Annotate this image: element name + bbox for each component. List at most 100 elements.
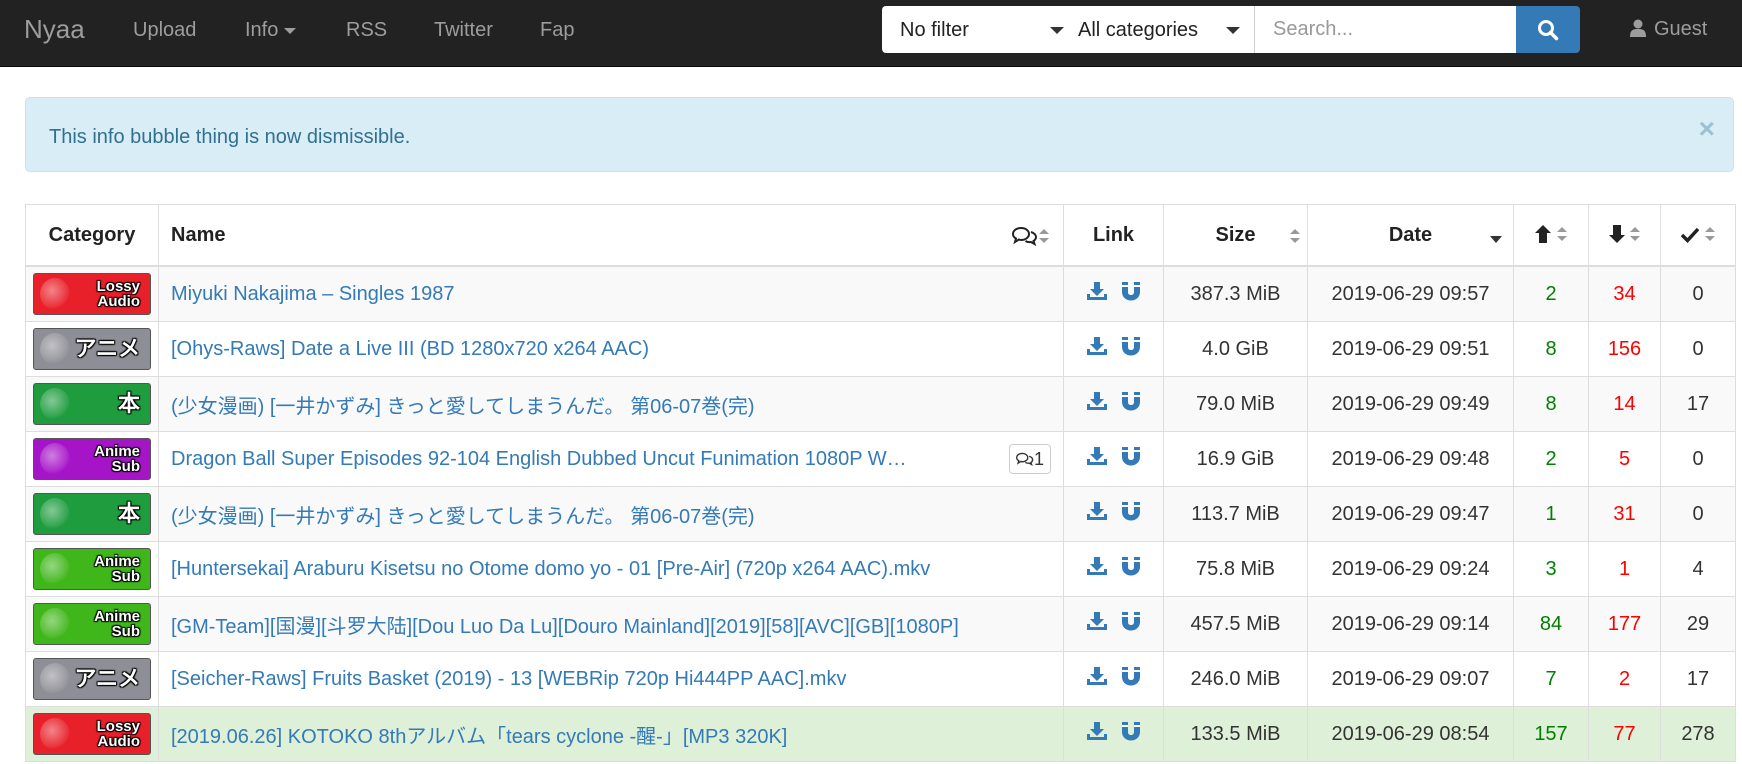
user-menu[interactable]: Guest — [1630, 18, 1707, 41]
sort-icon[interactable] — [1556, 226, 1567, 241]
category-badge[interactable]: Lossy Audio — [33, 273, 151, 315]
size-cell: 387.3 MiB — [1163, 265, 1308, 322]
magnet-link[interactable] — [1121, 666, 1141, 692]
magnet-icon — [1121, 722, 1140, 741]
torrent-name-link[interactable]: (少女漫画) [一井かずみ] きっと愛してしまうんだ。 第06-07巻(完) — [171, 500, 755, 529]
download-link[interactable] — [1086, 721, 1107, 747]
category-badge[interactable]: 本 — [33, 493, 151, 535]
category-badge[interactable]: Anime Sub — [33, 438, 151, 480]
torrent-name-link[interactable]: [2019.06.26] KOTOKO 8thアルバム「tears cyclon… — [171, 720, 787, 749]
magnet-icon — [1121, 502, 1140, 521]
magnet-link[interactable] — [1121, 281, 1141, 307]
download-link[interactable] — [1086, 666, 1107, 692]
category-select-value: All categories — [1078, 19, 1199, 41]
category-badge[interactable]: Anime Sub — [33, 603, 151, 645]
nav-info-dropdown[interactable]: Info — [245, 19, 297, 42]
nav-fap[interactable]: Fap — [540, 19, 574, 42]
download-link[interactable] — [1086, 611, 1107, 637]
leechers-cell: 31 — [1588, 486, 1661, 542]
category-label: アニメ — [74, 338, 140, 360]
download-link[interactable] — [1086, 336, 1107, 362]
magnet-link[interactable] — [1121, 721, 1141, 747]
category-badge[interactable]: Anime Sub — [33, 548, 151, 590]
search-button[interactable] — [1516, 6, 1580, 53]
size-cell: 457.5 MiB — [1163, 596, 1308, 652]
sort-icon[interactable] — [1039, 229, 1049, 243]
category-badge[interactable]: Lossy Audio — [33, 713, 151, 755]
magnet-link[interactable] — [1121, 501, 1141, 527]
torrent-name-link[interactable]: [Ohys-Raws] Date a Live III (BD 1280x720… — [171, 338, 649, 361]
download-link[interactable] — [1086, 446, 1107, 472]
magnet-link[interactable] — [1121, 611, 1141, 637]
sort-icon[interactable] — [1290, 229, 1300, 243]
size-cell: 4.0 GiB — [1163, 321, 1308, 377]
alert-text: This info bubble thing is now dismissibl… — [49, 126, 411, 148]
category-label-line1: アニメ — [74, 666, 140, 691]
download-icon — [1086, 502, 1107, 520]
category-badge[interactable]: アニメ — [33, 658, 151, 700]
sort-desc-icon[interactable] — [1490, 236, 1502, 243]
table-row: Anime Sub Dragon Ball Super Episodes 92-10… — [25, 431, 1736, 487]
torrent-name-link[interactable]: (少女漫画) [一井かずみ] きっと愛してしまうんだ。 第06-07巻(完) — [171, 390, 755, 419]
date-cell: 2019-06-29 09:51 — [1307, 321, 1514, 377]
name-cell: [Ohys-Raws] Date a Live III (BD 1280x720… — [158, 321, 1064, 377]
seeders-cell: 1 — [1513, 486, 1589, 542]
category-cell: アニメ — [25, 321, 159, 377]
size-cell: 113.7 MiB — [1163, 486, 1308, 542]
magnet-icon — [1121, 282, 1140, 301]
search-input[interactable] — [1254, 6, 1516, 53]
leechers-cell: 156 — [1588, 321, 1661, 377]
download-icon — [1086, 447, 1107, 465]
sort-icon[interactable] — [1630, 226, 1641, 241]
category-art — [40, 278, 70, 310]
header-name-label: Name — [171, 223, 226, 246]
link-cell — [1063, 651, 1164, 707]
close-icon[interactable]: × — [1699, 115, 1715, 143]
download-link[interactable] — [1086, 281, 1107, 307]
header-size[interactable]: Size — [1163, 204, 1308, 267]
category-badge[interactable]: 本 — [33, 383, 151, 425]
nav-upload[interactable]: Upload — [133, 19, 196, 42]
leechers-cell: 1 — [1588, 541, 1661, 597]
download-link[interactable] — [1086, 391, 1107, 417]
check-icon — [1680, 227, 1700, 243]
comment-icon — [1015, 452, 1034, 467]
nav-rss[interactable]: RSS — [346, 19, 387, 42]
torrent-name-link[interactable]: [Seicher-Raws] Fruits Basket (2019) - 13… — [171, 668, 846, 691]
magnet-link[interactable] — [1121, 446, 1141, 472]
sort-icon[interactable] — [1704, 226, 1715, 241]
header-name[interactable]: Name — [158, 204, 1064, 267]
category-select[interactable]: All categories — [1078, 19, 1248, 42]
name-cell: Dragon Ball Super Episodes 92-104 Englis… — [158, 431, 1064, 487]
filter-select[interactable]: No filter — [900, 19, 1064, 42]
magnet-link[interactable] — [1121, 336, 1141, 362]
nav-twitter[interactable]: Twitter — [434, 19, 493, 42]
magnet-link[interactable] — [1121, 391, 1141, 417]
magnet-link[interactable] — [1121, 556, 1141, 582]
brand-logo[interactable]: Nyaa — [24, 14, 85, 45]
comment-count-badge[interactable]: 1 — [1008, 444, 1051, 474]
table-row: Anime Sub [GM-Team][国漫][斗罗大陆][Dou Luo Da L… — [25, 596, 1736, 652]
name-cell: [Seicher-Raws] Fruits Basket (2019) - 13… — [158, 651, 1064, 707]
torrent-name-link[interactable]: Miyuki Nakajima – Singles 1987 — [171, 283, 454, 306]
torrent-name-link[interactable]: [Huntersekai] Araburu Kisetsu no Otome d… — [171, 558, 930, 581]
download-link[interactable] — [1086, 501, 1107, 527]
completed-cell: 278 — [1660, 706, 1736, 762]
torrent-name-link[interactable]: Dragon Ball Super Episodes 92-104 Englis… — [171, 448, 911, 471]
download-link[interactable] — [1086, 556, 1107, 582]
header-leechers[interactable] — [1588, 204, 1661, 267]
torrent-name-link[interactable]: [GM-Team][国漫][斗罗大陆][Dou Luo Da Lu][Douro… — [171, 610, 959, 639]
download-icon — [1086, 392, 1107, 410]
header-completed[interactable] — [1660, 204, 1736, 267]
category-badge[interactable]: アニメ — [33, 328, 151, 370]
comments-icon[interactable] — [1012, 226, 1038, 246]
completed-cell: 0 — [1660, 431, 1736, 487]
header-seeders[interactable] — [1513, 204, 1589, 267]
header-date[interactable]: Date — [1307, 204, 1514, 267]
info-alert: This info bubble thing is now dismissibl… — [25, 97, 1734, 172]
header-link: Link — [1063, 204, 1164, 267]
comment-count: 1 — [1033, 449, 1044, 469]
arrow-down-icon — [1608, 224, 1625, 243]
leechers-cell: 5 — [1588, 431, 1661, 487]
name-cell: [2019.06.26] KOTOKO 8thアルバム「tears cyclon… — [158, 706, 1064, 762]
